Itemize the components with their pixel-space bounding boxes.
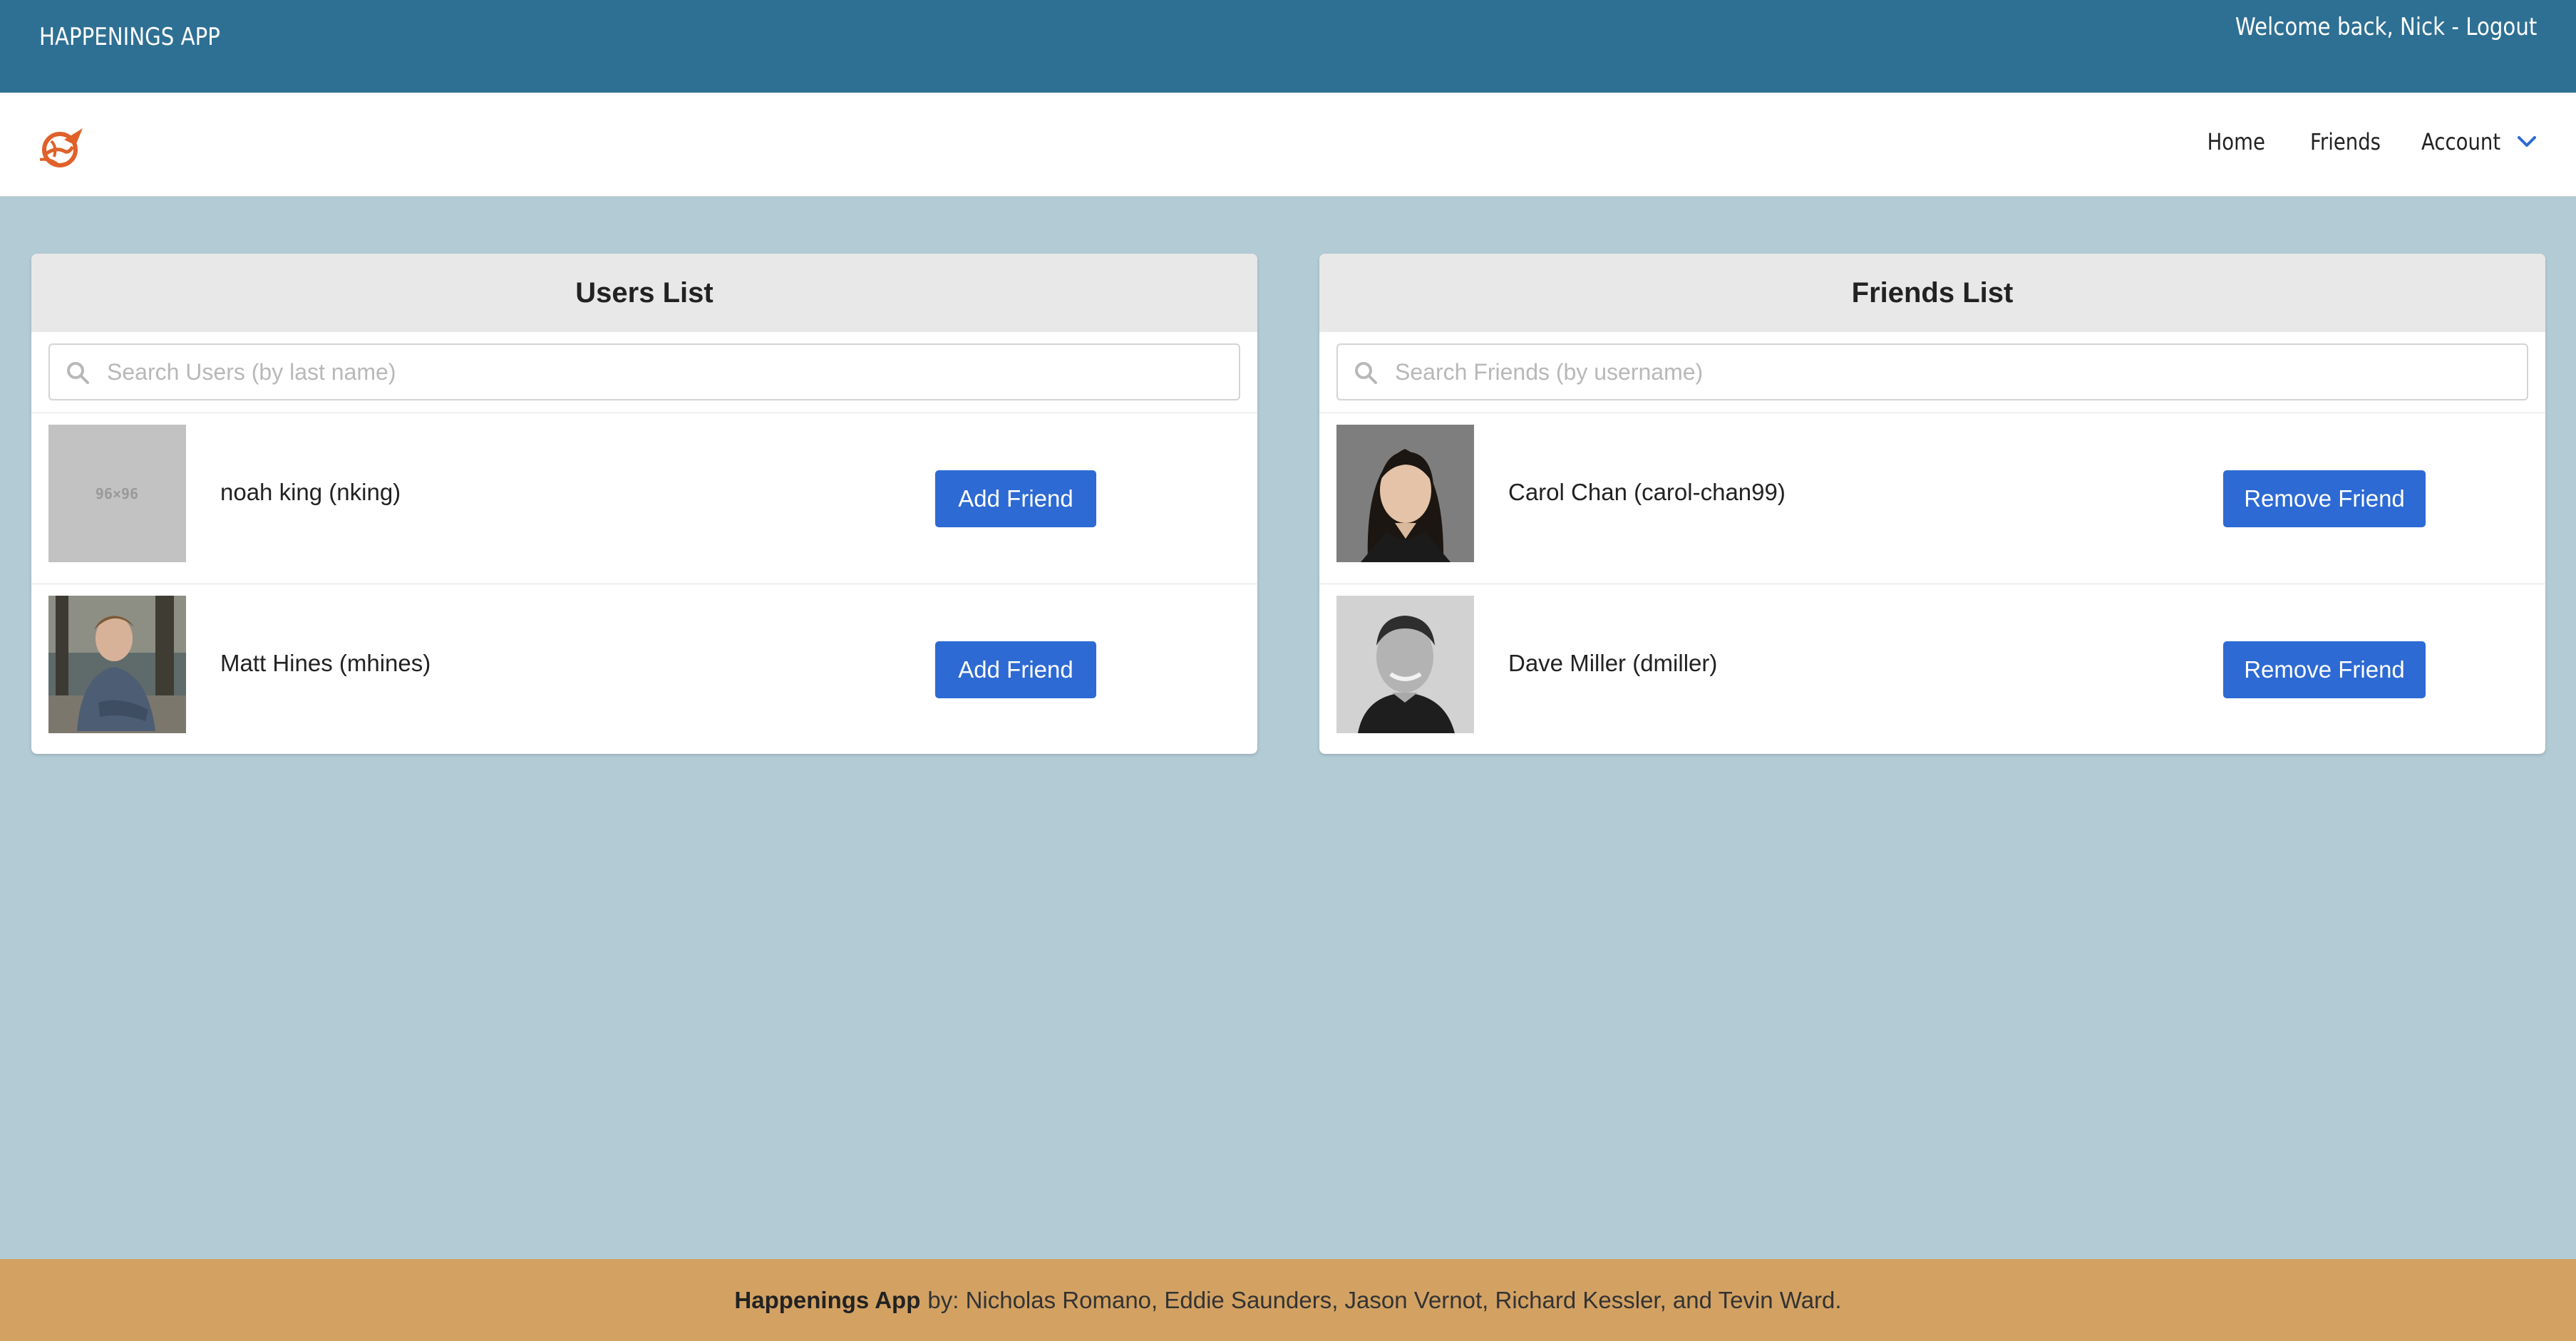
welcome-text: Welcome back, Nick (2235, 13, 2445, 41)
friend-row: Carol Chan (carol-chan99) Remove Friend (1319, 413, 2545, 584)
search-icon (1355, 362, 1377, 384)
avatar-placeholder: 96×96 (48, 425, 186, 562)
footer: Happenings App by: Nicholas Romano, Eddi… (0, 1259, 2576, 1341)
users-search-container (31, 332, 1257, 413)
remove-friend-button[interactable]: Remove Friend (2223, 641, 2426, 698)
top-bar: HAPPENINGS APP Welcome back, Nick - Logo… (0, 0, 2576, 93)
friend-row: Dave Miller (dmiller) Remove Friend (1319, 584, 2545, 754)
welcome-message: Welcome back, Nick - Logout (2235, 13, 2537, 41)
user-name: noah king (nking) (220, 479, 401, 505)
friends-list-panel: Friends List Carol Chan (carol-chan99) R… (1319, 254, 2545, 754)
users-list-panel: Users List 96×96 noah king (nking) Add F… (31, 254, 1257, 754)
user-row: 96×96 noah king (nking) Add Friend (31, 413, 1257, 584)
remove-friend-button[interactable]: Remove Friend (2223, 470, 2426, 527)
avatar (1336, 596, 1474, 733)
friends-search-box (1336, 343, 2528, 400)
nav-links: Home Friends Account (2168, 128, 2537, 155)
friends-list-title: Friends List (1319, 254, 2545, 332)
footer-brand: Happenings App (734, 1286, 921, 1313)
search-icon (67, 362, 89, 384)
avatar (1336, 425, 1474, 562)
welcome-separator: - (2444, 13, 2466, 41)
users-search-box (48, 343, 1240, 400)
friends-search-input[interactable] (1395, 345, 2520, 399)
nav-home[interactable]: Home (2207, 128, 2265, 155)
nav-friends[interactable]: Friends (2310, 128, 2381, 155)
nav-account-label: Account (2421, 128, 2500, 155)
users-search-input[interactable] (107, 345, 1232, 399)
logout-link[interactable]: Logout (2466, 13, 2537, 41)
rocket-globe-logo-icon[interactable] (36, 125, 87, 170)
user-row: Matt Hines (mhines) Add Friend (31, 584, 1257, 754)
friends-search-container (1319, 332, 2545, 413)
avatar (48, 596, 186, 733)
user-name: Matt Hines (mhines) (220, 650, 431, 676)
footer-credits: by: Nicholas Romano, Eddie Saunders, Jas… (927, 1286, 1842, 1313)
add-friend-button[interactable]: Add Friend (935, 470, 1096, 527)
navbar: Home Friends Account (0, 93, 2576, 197)
avatar-placeholder-text: 96×96 (96, 485, 138, 502)
friend-name: Carol Chan (carol-chan99) (1508, 479, 1786, 505)
chevron-down-icon (2518, 136, 2536, 147)
nav-account-dropdown[interactable]: Account (2415, 128, 2537, 155)
app-title: HAPPENINGS APP (39, 23, 220, 51)
users-list-title: Users List (31, 254, 1257, 332)
add-friend-button[interactable]: Add Friend (935, 641, 1096, 698)
friend-name: Dave Miller (dmiller) (1508, 650, 1718, 676)
